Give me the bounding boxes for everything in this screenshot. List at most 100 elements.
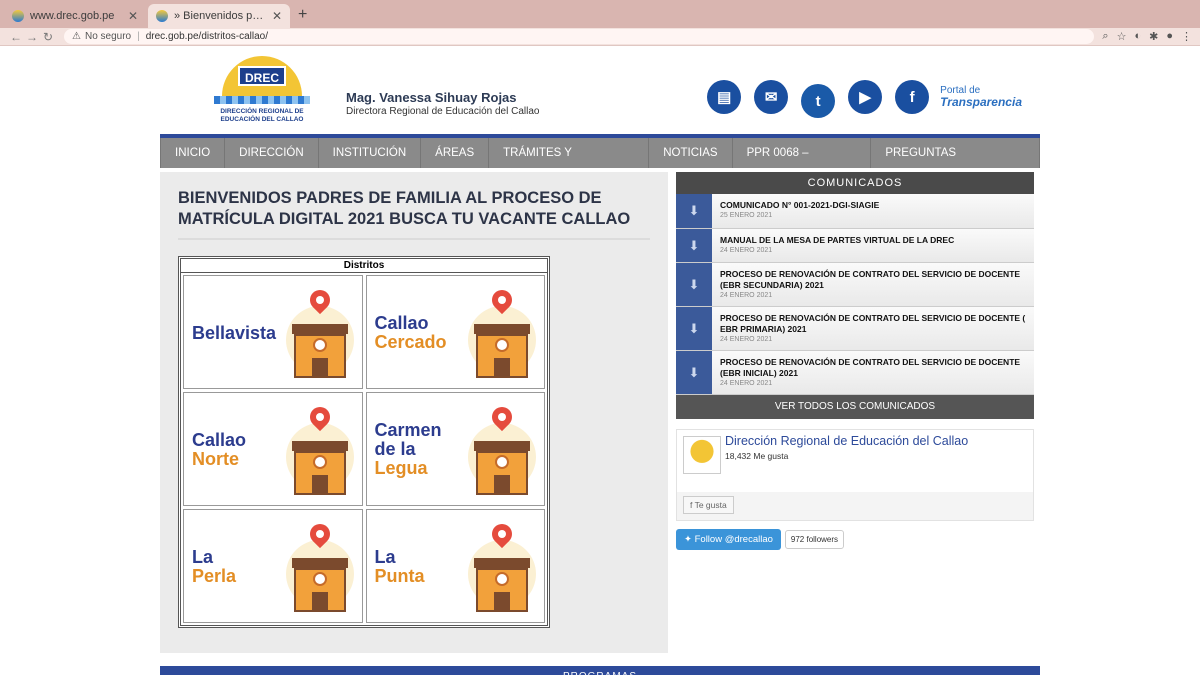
nav-direccion[interactable]: DIRECCIÓN — [225, 138, 319, 168]
mesa-partes-icon[interactable]: ▤ — [707, 80, 742, 114]
back-icon[interactable]: ← — [8, 30, 24, 44]
nav-inicio[interactable]: INICIO — [160, 138, 226, 168]
nav-ppr[interactable]: PPR 0068 – PREVAED — [733, 138, 872, 189]
school-pin-icon — [468, 519, 536, 618]
zoom-icon[interactable]: ⌕ — [1102, 30, 1108, 43]
fb-page-thumbnail[interactable] — [683, 436, 721, 474]
director-info: Mag. Vanessa Sihuay Rojas Directora Regi… — [346, 90, 539, 117]
school-pin-icon — [285, 402, 354, 501]
close-icon[interactable]: ✕ — [272, 9, 282, 23]
puzzle-icon[interactable]: ✱ — [1149, 30, 1158, 43]
download-icon: ⬇ — [676, 307, 712, 350]
fb-page-name-link[interactable]: Dirección Regional de Educación del Call… — [725, 434, 968, 448]
browser-tab-1[interactable]: www.drec.gob.pe ✕ — [4, 4, 146, 28]
fb-like-label: Te gusta — [694, 500, 727, 510]
nav-institucion[interactable]: INSTITUCIÓN — [319, 138, 422, 168]
page-title: BIENVENIDOS PADRES DE FAMILIA AL PROCESO… — [178, 189, 631, 228]
nav-noticias[interactable]: NOTICIAS — [649, 138, 733, 168]
comunicado-title: MANUAL DE LA MESA DE PARTES VIRTUAL DE L… — [720, 235, 955, 245]
districts-header: Distritos — [181, 259, 547, 273]
star-icon[interactable]: ☆ — [1117, 30, 1127, 43]
districts-table: Distritos Bellavista Callao Cercado Call… — [178, 256, 550, 628]
comunicado-date: 24 ENERO 2021 — [720, 292, 773, 299]
district-la-punta[interactable]: La Punta — [365, 509, 545, 623]
district-line1: Callao — [192, 430, 247, 450]
see-all-comunicados-button[interactable]: VER TODOS LOS COMUNICADOS — [676, 395, 1034, 419]
nav-areas[interactable]: ÁREAS — [421, 138, 490, 168]
fb-like-button[interactable]: f Te gusta — [683, 496, 734, 514]
youtube-icon[interactable]: ▶ — [848, 80, 883, 114]
sidebar: COMUNICADOS ⬇ COMUNICADO N° 001-2021-DGI… — [676, 172, 1034, 653]
director-name: Mag. Vanessa Sihuay Rojas — [346, 90, 517, 105]
transparencia-link[interactable]: Portal de Transparencia — [940, 86, 1022, 109]
comunicado-text: COMUNICADO N° 001-2021-DGI-SIAGIE 25 ENE… — [712, 194, 1034, 228]
comunicado-title: PROCESO DE RENOVACIÓN DE CONTRATO DEL SE… — [720, 357, 1021, 378]
tab-title: » Bienvenidos padres de famili — [174, 10, 268, 22]
title-divider — [178, 238, 650, 240]
comunicado-title: COMUNICADO N° 001-2021-DGI-SIAGIE — [720, 200, 880, 210]
comunicado-item[interactable]: ⬇ MANUAL DE LA MESA DE PARTES VIRTUAL DE… — [676, 229, 1034, 263]
district-line1: Callao — [374, 313, 429, 333]
page: DREC DIRECCIÓN REGIONAL DE EDUCACIÓN DEL… — [160, 46, 1041, 675]
district-cells: Bellavista Callao Cercado Callao Norte C… — [181, 273, 547, 625]
district-label: La Punta — [375, 548, 425, 586]
director-role: Directora Regional de Educación del Call… — [346, 106, 540, 117]
comunicado-item[interactable]: ⬇ COMUNICADO N° 001-2021-DGI-SIAGIE 25 E… — [676, 194, 1034, 229]
twitter-follow-label: Follow @drecallao — [694, 534, 773, 545]
district-bellavista[interactable]: Bellavista — [183, 275, 363, 389]
twitter-icon[interactable]: t — [801, 84, 836, 118]
browser-tab-2[interactable]: » Bienvenidos padres de famili ✕ — [148, 4, 290, 28]
browser-tools: ⌕ ☆ ◐ ✱ ● ⋮ — [1102, 30, 1192, 43]
warning-icon: ⚠ — [72, 31, 81, 42]
district-callao-norte[interactable]: Callao Norte — [183, 392, 363, 506]
district-line1: La — [374, 547, 396, 567]
extension-icon[interactable]: ◐ — [1134, 30, 1141, 43]
reload-icon[interactable]: ↻ — [40, 30, 56, 44]
download-icon: ⬇ — [676, 194, 712, 228]
school-pin-icon — [468, 402, 536, 501]
school-pin-icon — [285, 519, 354, 618]
district-line2: Cercado — [374, 332, 447, 352]
district-la-perla[interactable]: La Perla — [183, 509, 363, 623]
mail-icon[interactable]: ✉ — [754, 80, 789, 114]
twitter-followers-count: 972 followers — [784, 530, 845, 549]
comunicado-text: PROCESO DE RENOVACIÓN DE CONTRATO DEL SE… — [712, 307, 1034, 350]
new-tab-icon[interactable]: + — [292, 6, 313, 28]
address-bar: ← → ↻ ⚠ No seguro | drec.gob.pe/distrito… — [0, 28, 1200, 46]
facebook-icon[interactable]: f — [895, 80, 930, 114]
comunicado-date: 24 ENERO 2021 — [720, 380, 773, 387]
nav-tramites[interactable]: TRÁMITES Y REQUISITOS — [489, 138, 650, 189]
browser-tabbar: www.drec.gob.pe ✕ » Bienvenidos padres d… — [0, 0, 1200, 28]
district-line1: La — [192, 547, 214, 567]
comunicado-item[interactable]: ⬇ PROCESO DE RENOVACIÓN DE CONTRATO DEL … — [676, 351, 1034, 395]
programas-heading: PROGRAMAS — [160, 666, 1040, 675]
district-carmen-de-la-legua[interactable]: Carmen de la Legua — [365, 392, 545, 506]
district-line2: Norte — [192, 449, 240, 469]
district-label: La Perla — [192, 548, 236, 586]
social-links: ▤ ✉ t ▶ f Portal de Transparencia — [707, 76, 1022, 118]
download-icon: ⬇ — [676, 229, 712, 262]
fb-likes-count: 18,432 Me gusta — [725, 451, 789, 461]
drec-logo[interactable]: DREC DIRECCIÓN REGIONAL DE EDUCACIÓN DEL… — [208, 52, 316, 128]
comunicado-item[interactable]: ⬇ PROCESO DE RENOVACIÓN DE CONTRATO DEL … — [676, 263, 1034, 307]
url-input[interactable]: ⚠ No seguro | drec.gob.pe/distritos-call… — [64, 29, 1095, 44]
menu-icon[interactable]: ⋮ — [1181, 30, 1192, 43]
site-header: DREC DIRECCIÓN REGIONAL DE EDUCACIÓN DEL… — [160, 46, 1040, 134]
main-article: BIENVENIDOS PADRES DE FAMILIA AL PROCESO… — [160, 172, 668, 653]
site-favicon-icon — [12, 10, 24, 22]
district-label: Carmen de la Legua — [375, 421, 465, 478]
twitter-follow-button[interactable]: ✦ Follow @drecallao — [676, 529, 781, 550]
forward-icon[interactable]: → — [24, 30, 40, 44]
close-icon[interactable]: ✕ — [128, 9, 138, 23]
comunicado-date: 24 ENERO 2021 — [720, 336, 773, 343]
comunicado-title: PROCESO DE RENOVACIÓN DE CONTRATO DEL SE… — [720, 313, 1026, 334]
tab-title: www.drec.gob.pe — [30, 10, 115, 22]
profile-icon[interactable]: ● — [1166, 30, 1173, 43]
nav-preguntas[interactable]: PREGUNTAS FRECUENTES — [871, 138, 1041, 189]
logo-waves-shape — [214, 96, 310, 104]
district-callao-cercado[interactable]: Callao Cercado — [365, 275, 545, 389]
comunicado-item[interactable]: ⬇ PROCESO DE RENOVACIÓN DE CONTRATO DEL … — [676, 307, 1034, 351]
facebook-widget: Dirección Regional de Educación del Call… — [676, 429, 1034, 521]
download-icon: ⬇ — [676, 263, 712, 306]
district-label: Callao Cercado — [375, 314, 447, 352]
